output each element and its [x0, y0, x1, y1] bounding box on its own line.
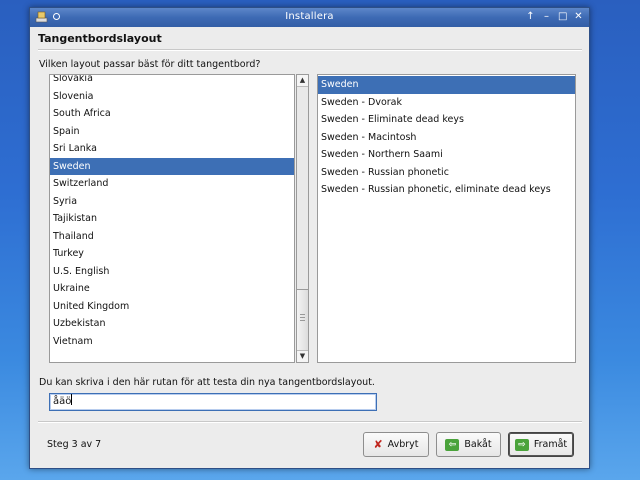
country-item[interactable]: Spain [50, 123, 294, 141]
green-arrow-right-icon: ⇨ [514, 438, 529, 451]
variant-item[interactable]: Sweden - Dvorak [318, 94, 575, 112]
country-item[interactable]: Slovenia [50, 88, 294, 106]
grip-icon [300, 314, 305, 322]
test-input-value: åäö [53, 396, 72, 407]
x-icon: ✘ [373, 438, 383, 451]
test-input[interactable]: åäö [49, 393, 377, 411]
titlebar[interactable]: Installera ↑ – □ ✕ [30, 8, 589, 27]
scroll-thumb[interactable] [297, 289, 308, 352]
variant-item[interactable]: Sweden [318, 76, 575, 94]
country-item[interactable]: Syria [50, 193, 294, 211]
variant-item[interactable]: Sweden - Eliminate dead keys [318, 111, 575, 129]
country-items: Slovakia Slovenia South Africa Spain Sri Lan… [50, 75, 294, 351]
country-item[interactable]: Vietnam [50, 333, 294, 351]
variant-item[interactable]: Sweden - Macintosh [318, 129, 575, 147]
test-label: Du kan skriva i den här rutan för att te… [39, 377, 375, 388]
country-scrollbar[interactable]: ▲ ▼ [296, 74, 309, 363]
variant-list[interactable]: Sweden Sweden - Dvorak Sweden - Eliminate … [317, 74, 576, 363]
country-list[interactable]: Slovakia Slovenia South Africa Spain Sri Lan… [49, 74, 295, 363]
country-item[interactable]: Tajikistan [50, 210, 294, 228]
country-item[interactable]: Thailand [50, 228, 294, 246]
divider [38, 49, 582, 51]
minimize-icon[interactable]: – [542, 9, 551, 24]
window-controls: ↑ – □ ✕ [526, 9, 583, 24]
page-title: Tangentbordslayout [38, 32, 162, 45]
layout-prompt: Vilken layout passar bäst för ditt tange… [39, 59, 261, 70]
variant-item[interactable]: Sweden - Russian phonetic, eliminate dea… [318, 181, 575, 199]
country-item[interactable]: U.S. English [50, 263, 294, 281]
back-button[interactable]: ⇦ Bakåt [436, 432, 501, 457]
variant-item[interactable]: Sweden - Northern Saami [318, 146, 575, 164]
country-item[interactable]: Uzbekistan [50, 315, 294, 333]
country-item[interactable]: United Kingdom [50, 298, 294, 316]
country-item[interactable]: Ukraine [50, 280, 294, 298]
variant-item[interactable]: Sweden - Russian phonetic [318, 164, 575, 182]
pin-icon[interactable]: ↑ [526, 9, 535, 24]
window-title: Installera [285, 11, 334, 22]
footer-divider [38, 421, 582, 423]
variant-items: Sweden Sweden - Dvorak Sweden - Eliminate … [318, 76, 575, 199]
country-item[interactable]: Sri Lanka [50, 140, 294, 158]
cancel-label: Avbryt [387, 439, 419, 450]
cancel-button[interactable]: ✘ Avbryt [363, 432, 429, 457]
back-label: Bakåt [464, 439, 492, 450]
text-caret [71, 394, 73, 405]
step-indicator: Steg 3 av 7 [47, 439, 102, 450]
country-item[interactable]: South Africa [50, 105, 294, 123]
country-item[interactable]: Slovakia [50, 75, 294, 88]
country-item[interactable]: Turkey [50, 245, 294, 263]
forward-button[interactable]: ⇨ Framåt [508, 432, 574, 457]
forward-label: Framåt [533, 439, 568, 450]
green-arrow-left-icon: ⇦ [445, 438, 460, 451]
close-icon[interactable]: ✕ [574, 9, 583, 24]
installer-window: Installera ↑ – □ ✕ Tangentbordslayout Vi… [29, 7, 590, 469]
country-item[interactable]: Switzerland [50, 175, 294, 193]
scroll-up-icon[interactable]: ▲ [297, 75, 308, 87]
scroll-down-icon[interactable]: ▼ [297, 350, 308, 362]
country-item[interactable]: Sweden [50, 157, 294, 175]
maximize-icon[interactable]: □ [558, 9, 567, 24]
